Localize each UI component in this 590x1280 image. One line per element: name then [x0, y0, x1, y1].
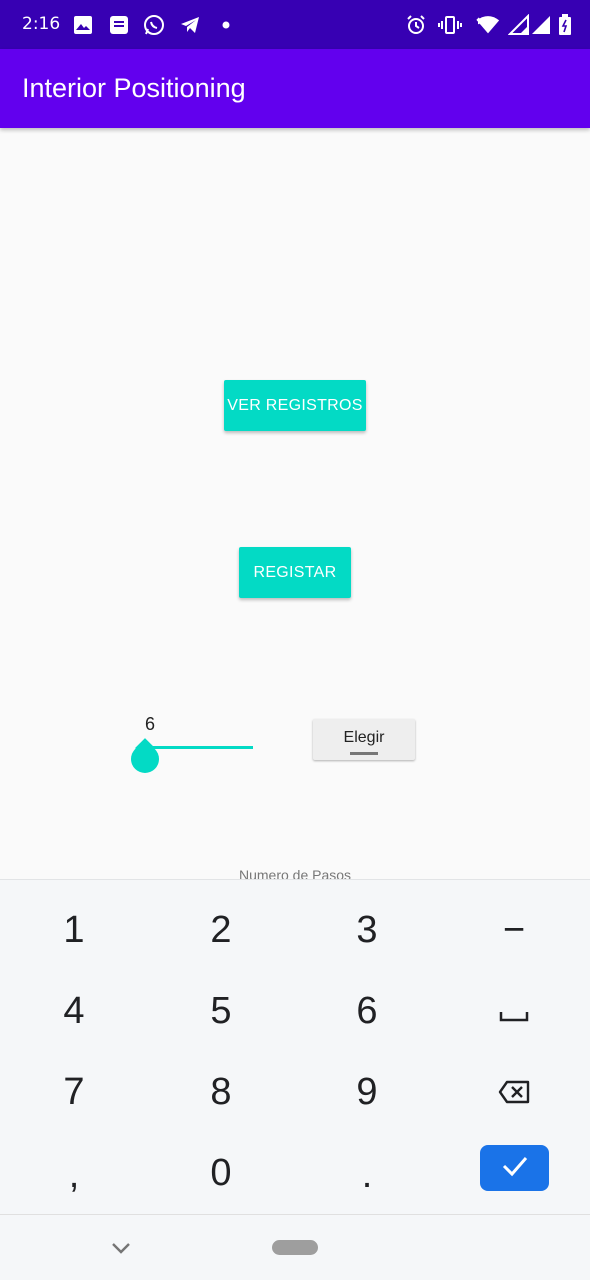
chevron-down-icon[interactable] — [110, 1237, 132, 1259]
key-7[interactable]: 7 — [14, 1057, 134, 1127]
keyboard-done-button[interactable] — [480, 1145, 549, 1191]
key-6[interactable]: 6 — [307, 976, 427, 1046]
key-comma[interactable]: , — [14, 1140, 134, 1210]
key-8[interactable]: 8 — [161, 1057, 281, 1127]
steps-field-hint[interactable]: Numero de Pasos — [0, 867, 590, 879]
slider-track[interactable] — [145, 746, 253, 749]
app-bar: Interior Positioning — [0, 49, 590, 128]
vibrate-icon — [437, 12, 463, 38]
message-icon — [106, 12, 132, 38]
status-bar: 2:16 — [0, 0, 590, 49]
backspace-icon — [498, 1071, 530, 1114]
dot-icon — [213, 12, 239, 38]
key-minus[interactable]: − — [454, 895, 574, 965]
key-9[interactable]: 9 — [307, 1057, 427, 1127]
spinner-selected-value: Elegir — [343, 729, 385, 746]
slider-thumb[interactable] — [131, 745, 159, 773]
system-nav-bar — [0, 1214, 590, 1280]
key-1[interactable]: 1 — [14, 895, 134, 965]
spinner-underline — [350, 752, 378, 755]
battery-icon — [552, 12, 578, 38]
ver-registros-button[interactable]: VER REGISTROS — [224, 380, 366, 431]
whatsapp-icon — [141, 12, 167, 38]
status-time: 2:16 — [22, 14, 61, 34]
page-title: Interior Positioning — [22, 73, 246, 103]
elegir-spinner[interactable]: Elegir — [313, 719, 415, 760]
registar-button[interactable]: REGISTAR — [239, 547, 351, 598]
check-icon — [501, 1155, 529, 1181]
key-4[interactable]: 4 — [14, 976, 134, 1046]
key-0[interactable]: 0 — [161, 1138, 281, 1208]
telegram-icon — [177, 12, 203, 38]
key-backspace[interactable] — [454, 1057, 574, 1127]
key-3[interactable]: 3 — [307, 895, 427, 965]
image-icon — [70, 12, 96, 38]
wifi-icon — [475, 12, 501, 38]
key-space[interactable] — [454, 976, 574, 1046]
home-pill[interactable] — [272, 1240, 318, 1255]
space-icon — [499, 990, 529, 1033]
slider-value: 6 — [144, 714, 155, 734]
alarm-icon — [403, 12, 429, 38]
key-period[interactable]: . — [307, 1140, 427, 1210]
key-5[interactable]: 5 — [161, 976, 281, 1046]
key-2[interactable]: 2 — [161, 895, 281, 965]
signal-icon — [528, 12, 554, 38]
